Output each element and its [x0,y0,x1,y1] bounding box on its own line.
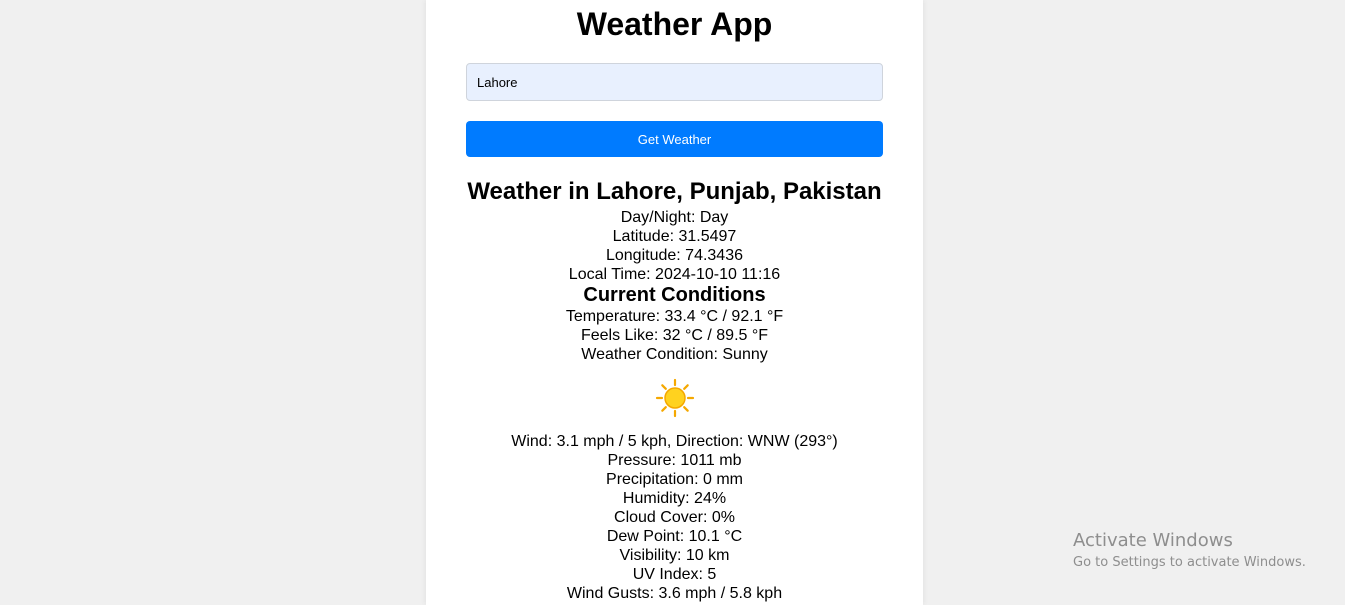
activate-windows-watermark: Activate Windows Go to Settings to activ… [1073,529,1306,573]
wind-text: Wind: 3.1 mph / 5 kph, Direction: WNW (2… [511,433,838,450]
city-input[interactable] [466,63,883,101]
watermark-title: Activate Windows [1073,530,1233,551]
precipitation-text: Precipitation: 0 mm [606,471,743,488]
latitude-text: Latitude: 31.5497 [612,228,737,245]
watermark-subtitle: Go to Settings to activate Windows. [1073,555,1306,570]
sun-icon [655,378,694,418]
pressure-text: Pressure: 1011 mb [607,452,742,469]
weather-result: Weather in Lahore, Punjab, Pakistan Day/… [426,176,923,603]
condition-text: Weather Condition: Sunny [581,346,768,363]
get-weather-button[interactable]: Get Weather [466,121,883,157]
cloud-cover-text: Cloud Cover: 0% [614,509,735,526]
page-title: Weather App [576,6,773,42]
condition-icon-wrap [426,364,923,432]
wind-gusts-text: Wind Gusts: 3.6 mph / 5.8 kph [566,585,783,602]
uv-index-text: UV Index: 5 [632,566,717,583]
feels-like-text: Feels Like: 32 °C / 89.5 °F [580,327,769,344]
visibility-text: Visibility: 10 km [619,547,730,564]
dew-point-text: Dew Point: 10.1 °C [606,528,743,545]
humidity-text: Humidity: 24% [622,490,727,507]
weather-card: Weather App Get Weather Weather in Lahor… [426,0,923,605]
location-heading: Weather in Lahore, Punjab, Pakistan [467,178,882,205]
day-night-text: Day/Night: Day [620,209,729,226]
current-conditions-heading: Current Conditions [583,284,766,306]
longitude-text: Longitude: 74.3436 [605,247,743,264]
local-time-text: Local Time: 2024-10-10 11:16 [568,266,781,283]
temperature-text: Temperature: 33.4 °C / 92.1 °F [565,308,784,325]
